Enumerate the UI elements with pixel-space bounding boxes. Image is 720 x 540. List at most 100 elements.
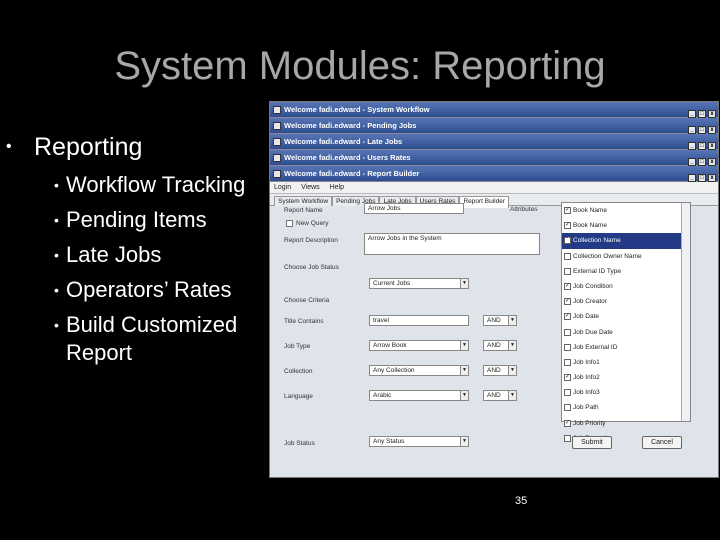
chevron-down-icon[interactable]: ▼ (460, 366, 468, 375)
job-status-criteria-select[interactable]: Any Status ▼ (369, 436, 469, 447)
report-description-input[interactable]: Arrow Jobs in the System (364, 233, 540, 255)
app-icon (273, 106, 281, 114)
language-select[interactable]: Arabic ▼ (369, 390, 469, 401)
bullet-text: Late Jobs (66, 242, 162, 267)
menu-views[interactable]: Views (301, 184, 320, 191)
attribute-label: Book Name (573, 207, 607, 214)
attribute-item[interactable]: Job Path (562, 400, 690, 415)
minimize-icon[interactable]: _ (688, 110, 696, 118)
bullet-item: • Late Jobs (54, 242, 162, 267)
close-icon[interactable]: x (708, 158, 716, 166)
close-icon[interactable]: x (708, 110, 716, 118)
collection-label: Collection (284, 368, 313, 375)
chevron-down-icon[interactable]: ▼ (460, 279, 468, 288)
window-titlebar[interactable]: Welcome fadi.edward - Report Builder _ □ x (270, 166, 718, 182)
checkbox-icon[interactable] (564, 267, 571, 275)
attribute-item[interactable]: Job Info3 (562, 385, 690, 400)
attribute-label: Book Name (573, 222, 607, 230)
attribute-item[interactable]: ✓ Job Condition (562, 279, 690, 294)
checked-checkbox-icon[interactable]: ✓ (564, 313, 571, 321)
chevron-down-icon[interactable]: ▼ (460, 391, 468, 400)
new-query-label: New Query (296, 220, 329, 227)
attribute-item[interactable]: Collection Owner Name (562, 249, 690, 264)
bullet-text: Operators’ Rates (66, 277, 232, 302)
window-controls[interactable]: _ □ x (686, 169, 716, 184)
window-titlebar[interactable]: Welcome fadi.edward - Late Jobs _ □ x (270, 134, 718, 150)
window-title: Welcome fadi.edward - Users Rates (284, 153, 411, 162)
and-select[interactable]: AND ▼ (483, 315, 517, 326)
checked-checkbox-icon[interactable]: ✓ (564, 222, 571, 230)
maximize-icon[interactable]: □ (698, 142, 706, 150)
checkbox-icon[interactable] (564, 328, 571, 336)
attribute-item[interactable]: External ID Type (562, 264, 690, 279)
window-titlebar[interactable]: Welcome fadi.edward - Users Rates _ □ x (270, 150, 718, 166)
attribute-item[interactable]: ✓ Job Info2 (562, 370, 690, 385)
checked-checkbox-icon[interactable]: ✓ (564, 282, 571, 290)
chevron-down-icon[interactable]: ▼ (508, 316, 516, 325)
collection-select[interactable]: Any Collection ▼ (369, 365, 469, 376)
minimize-icon[interactable]: _ (688, 142, 696, 150)
attributes-list[interactable]: ✓ Book Name ✓ Book Name ✓ Collection Name Coll… (561, 202, 691, 442)
minimize-icon[interactable]: _ (688, 158, 696, 166)
bullet-item: • Workflow Tracking (54, 172, 246, 197)
job-type-value: Arrow Book (373, 342, 407, 349)
report-name-input[interactable]: Arrow Jobs (364, 203, 464, 214)
window-titlebar[interactable]: Welcome fadi.edward - System Workflow _ □ x (270, 102, 718, 118)
checkbox-icon[interactable] (564, 434, 571, 442)
minimize-icon[interactable]: _ (688, 174, 696, 182)
attribute-label: Job Info2 (573, 374, 600, 382)
and-select[interactable]: AND ▼ (483, 365, 517, 376)
maximize-icon[interactable]: □ (698, 174, 706, 182)
and-select[interactable]: AND ▼ (483, 340, 517, 351)
attribute-label: Collection Name (573, 237, 621, 245)
bullet-main: • Reporting (6, 133, 143, 161)
chevron-down-icon[interactable]: ▼ (460, 437, 468, 446)
window-titlebar[interactable]: Welcome fadi.edward - Pending Jobs _ □ x (270, 118, 718, 134)
attribute-label: External ID Type (573, 267, 621, 275)
close-icon[interactable]: x (708, 142, 716, 150)
attribute-item[interactable]: ✓ Job Priority (562, 416, 690, 431)
and-select[interactable]: AND ▼ (483, 390, 517, 401)
slide-title: System Modules: Reporting (114, 44, 606, 88)
checked-checkbox-icon[interactable]: ✓ (564, 374, 571, 382)
minimize-icon[interactable]: _ (688, 126, 696, 134)
menu-login[interactable]: Login (274, 184, 291, 191)
close-icon[interactable]: x (708, 174, 716, 182)
cancel-button[interactable]: Cancel (642, 436, 682, 449)
new-query-checkbox[interactable] (286, 220, 293, 227)
submit-button[interactable]: Submit (572, 436, 612, 449)
checked-checkbox-icon[interactable]: ✓ (564, 207, 571, 214)
checkbox-icon[interactable] (564, 358, 571, 366)
attribute-item[interactable]: ✓ Job Date (562, 309, 690, 324)
app-icon (273, 122, 281, 130)
chevron-down-icon[interactable]: ▼ (460, 341, 468, 350)
attributes-scrollbar[interactable] (681, 203, 690, 421)
job-status-select[interactable]: Current Jobs ▼ (369, 278, 469, 289)
chevron-down-icon[interactable]: ▼ (508, 391, 516, 400)
checked-checkbox-icon[interactable]: ✓ (564, 237, 571, 245)
checkbox-icon[interactable] (564, 252, 571, 260)
job-type-select[interactable]: Arrow Book ▼ (369, 340, 469, 351)
checkbox-icon[interactable] (564, 404, 571, 412)
maximize-icon[interactable]: □ (698, 126, 706, 134)
menu-help[interactable]: Help (330, 184, 344, 191)
chevron-down-icon[interactable]: ▼ (508, 341, 516, 350)
attribute-item[interactable]: Job External ID (562, 340, 690, 355)
attribute-item[interactable]: Job Info1 (562, 355, 690, 370)
attribute-item[interactable]: ✓ Book Name (562, 203, 690, 218)
attribute-item[interactable]: ✓ Job Creator (562, 294, 690, 309)
checkbox-icon[interactable] (564, 343, 571, 351)
maximize-icon[interactable]: □ (698, 158, 706, 166)
attribute-item[interactable]: ✓ Book Name (562, 218, 690, 233)
bullet-text: Workflow Tracking (66, 172, 246, 197)
attribute-item[interactable]: ✓ Collection Name (562, 233, 690, 249)
attribute-label: Job Creator (573, 298, 607, 306)
title-contains-input[interactable]: travel (369, 315, 469, 326)
attribute-item[interactable]: Job Due Date (562, 325, 690, 340)
checked-checkbox-icon[interactable]: ✓ (564, 419, 571, 427)
maximize-icon[interactable]: □ (698, 110, 706, 118)
checkbox-icon[interactable] (564, 389, 571, 397)
close-icon[interactable]: x (708, 126, 716, 134)
checked-checkbox-icon[interactable]: ✓ (564, 298, 571, 306)
chevron-down-icon[interactable]: ▼ (508, 366, 516, 375)
